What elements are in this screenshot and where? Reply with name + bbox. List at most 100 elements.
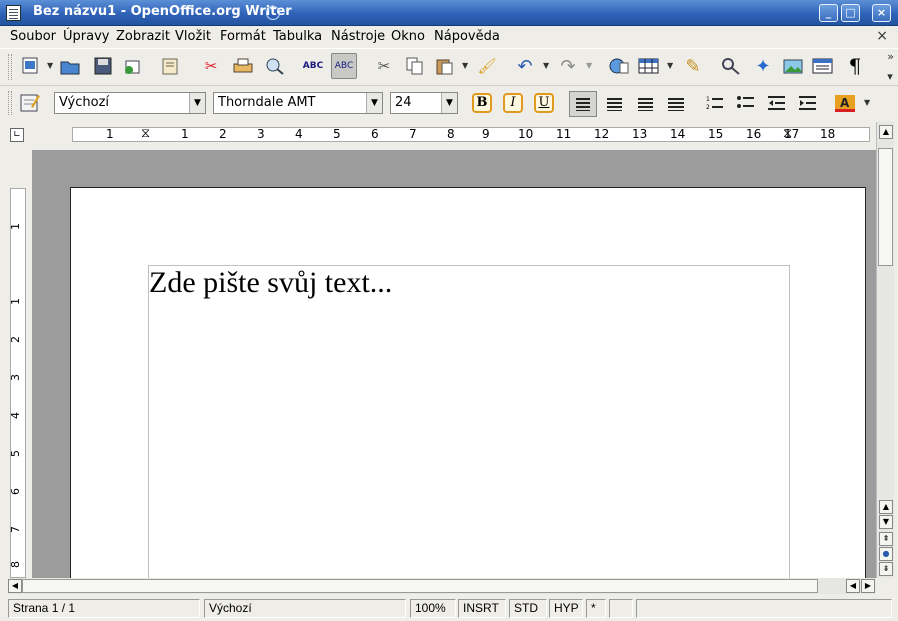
find-replace-icon[interactable] [718, 53, 744, 79]
datasources-icon[interactable] [810, 53, 836, 79]
font-color-dropdown-icon[interactable]: ▼ [864, 98, 870, 107]
print-icon[interactable] [230, 53, 256, 79]
toolbar-grip[interactable] [8, 91, 12, 115]
menu-tabulka[interactable]: Tabulka [273, 29, 322, 44]
vertical-scrollbar[interactable]: ▲ ▲ ▼ ⇞ ● ⇟ [876, 122, 894, 578]
menu-upravy[interactable]: Úpravy [63, 29, 109, 44]
ruler-number: 6 [371, 127, 379, 141]
ruler-number: 6 [9, 488, 22, 495]
new-dropdown-icon[interactable]: ▼ [47, 61, 53, 70]
menu-nastroje[interactable]: Nástroje [331, 29, 385, 44]
pdf-export-icon[interactable]: ✂ [198, 53, 224, 79]
insert-mode-indicator[interactable]: INSRT [458, 599, 506, 618]
ruler-number: 7 [9, 526, 22, 533]
table-icon[interactable] [636, 53, 662, 79]
edit-file-icon[interactable] [120, 53, 146, 79]
scroll-up-icon[interactable]: ▲ [879, 500, 893, 514]
menu-okno[interactable]: Okno [391, 29, 425, 44]
text-boundary[interactable]: Zde pište svůj text... [148, 265, 790, 578]
paste-dropdown-icon[interactable]: ▼ [462, 61, 468, 70]
ruler-number: 8 [447, 127, 455, 141]
previous-page-icon[interactable]: ⇞ [879, 532, 893, 546]
menu-soubor[interactable]: Soubor [10, 29, 56, 44]
numbering-icon[interactable]: 12 [702, 90, 728, 116]
horizontal-scroll-thumb[interactable] [22, 579, 818, 593]
font-color-icon[interactable]: A [832, 90, 858, 116]
align-right-button[interactable] [631, 91, 659, 117]
align-left-button[interactable] [569, 91, 597, 117]
scroll-down-icon[interactable]: ▼ [879, 515, 893, 529]
align-center-button[interactable] [600, 91, 628, 117]
ruler-number: 13 [632, 127, 648, 141]
paste-icon[interactable] [432, 53, 458, 79]
menu-napoveda[interactable]: Nápověda [434, 29, 500, 44]
horizontal-scrollbar[interactable]: ◀ ◀ ▶ [8, 578, 876, 594]
decrease-indent-icon[interactable] [764, 90, 790, 116]
save-icon[interactable] [90, 53, 116, 79]
undo-dropdown-icon[interactable]: ▼ [543, 61, 549, 70]
scroll-right-icon[interactable]: ▶ [861, 579, 875, 593]
menu-zobrazit[interactable]: Zobrazit [116, 29, 170, 44]
info-field [636, 599, 892, 618]
cut-icon[interactable]: ✂ [371, 53, 397, 79]
redo-icon[interactable]: ↷ [555, 53, 581, 79]
scroll-left-icon[interactable]: ◀ [846, 579, 860, 593]
paragraph-style-select[interactable]: Výchozí ▼ [54, 92, 206, 114]
open-icon[interactable] [58, 53, 84, 79]
svg-text:2: 2 [706, 104, 710, 111]
hyperlink-mode-indicator[interactable]: HYP [549, 599, 583, 618]
tab-type-selector[interactable]: ∟ [10, 128, 24, 142]
navigation-icon[interactable]: ● [879, 547, 893, 561]
signature-indicator[interactable] [609, 599, 633, 618]
page-indicator[interactable]: Strana 1 / 1 [8, 599, 200, 618]
selection-mode-indicator[interactable]: STD [509, 599, 547, 618]
navigator-icon[interactable]: ✦ [750, 53, 776, 79]
document-canvas[interactable]: Zde pište svůj text... [32, 150, 876, 578]
maximize-button[interactable]: □ [841, 4, 860, 22]
nonprinting-chars-icon[interactable]: ¶ [842, 53, 868, 79]
stylist-icon[interactable] [17, 90, 43, 116]
indent-marker-icon[interactable]: ⧖ [141, 126, 150, 141]
status-bar: Strana 1 / 1 Výchozí 100% INSRT STD HYP … [0, 596, 898, 621]
underline-button[interactable]: U [534, 93, 554, 113]
ruler-number: 17 [784, 127, 800, 141]
draw-functions-icon[interactable]: ✎ [680, 53, 706, 79]
email-icon[interactable] [158, 53, 184, 79]
document-page[interactable]: Zde pište svůj text... [70, 187, 866, 578]
bold-button[interactable]: B [472, 93, 492, 113]
autospellcheck-icon[interactable]: ABC [331, 53, 357, 79]
new-document-icon[interactable] [18, 53, 44, 79]
close-button[interactable]: × [872, 4, 891, 22]
justify-icon [668, 97, 684, 111]
vertical-scroll-thumb[interactable] [878, 148, 893, 266]
increase-indent-icon[interactable] [795, 90, 821, 116]
document-text[interactable]: Zde pište svůj text... [149, 266, 392, 300]
page-style-indicator[interactable]: Výchozí [204, 599, 406, 618]
scroll-left-icon[interactable]: ◀ [8, 579, 22, 593]
next-page-icon[interactable]: ⇟ [879, 562, 893, 576]
bullets-icon[interactable] [733, 90, 759, 116]
hyperlink-icon[interactable] [606, 53, 632, 79]
zoom-indicator[interactable]: 100% [410, 599, 456, 618]
italic-button[interactable]: I [503, 93, 523, 113]
writer-app-icon[interactable] [6, 5, 21, 21]
menu-format[interactable]: Formát [220, 29, 266, 44]
toolbar-grip[interactable] [8, 54, 12, 80]
menu-vlozit[interactable]: Vložit [175, 29, 211, 44]
page-preview-icon[interactable] [262, 53, 288, 79]
document-close-icon[interactable]: × [876, 28, 888, 44]
justify-button[interactable] [662, 91, 690, 117]
toolbar-overflow-icon[interactable]: » ▾ [887, 51, 894, 82]
font-size-select[interactable]: 24 ▼ [390, 92, 458, 114]
font-name-select[interactable]: Thorndale AMT ▼ [213, 92, 383, 114]
scroll-up-icon[interactable]: ▲ [879, 125, 893, 139]
gallery-icon[interactable] [780, 53, 806, 79]
format-paintbrush-icon[interactable]: 🖌 [474, 53, 500, 79]
ruler-number: 9 [482, 127, 490, 141]
minimize-button[interactable]: _ [819, 4, 838, 22]
table-dropdown-icon[interactable]: ▼ [667, 61, 673, 70]
horizontal-ruler: ∟ 1 ⧖ 1 2 3 4 5 6 7 8 9 10 11 12 13 14 1… [0, 122, 876, 147]
spellcheck-icon[interactable]: ABC [300, 53, 326, 79]
undo-icon[interactable]: ↶ [512, 53, 538, 79]
copy-icon[interactable] [402, 53, 428, 79]
